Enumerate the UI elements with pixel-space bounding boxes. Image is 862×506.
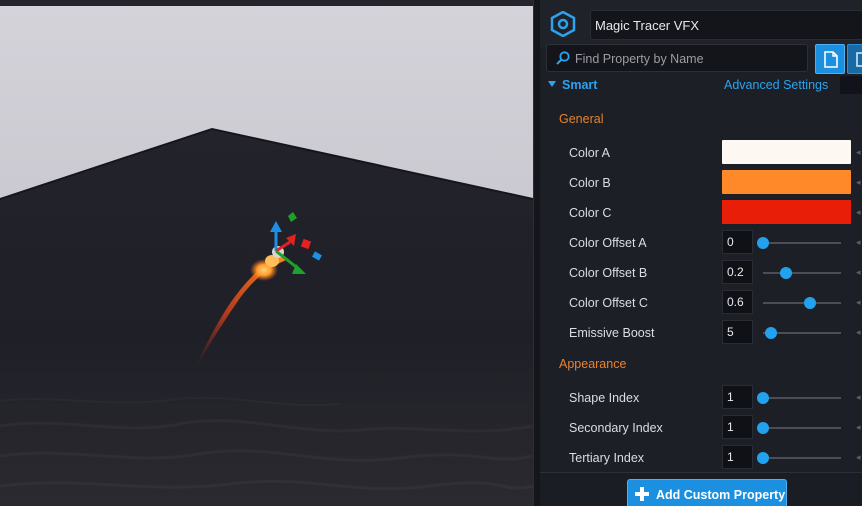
reset-icon[interactable]: ◂ — [856, 238, 862, 247]
object-header: Magic Tracer VFX — [540, 0, 862, 48]
advanced-settings-link[interactable]: Advanced Settings — [724, 78, 828, 92]
search-icon — [556, 51, 570, 65]
color-swatch-c[interactable] — [722, 200, 851, 224]
search-input[interactable] — [573, 48, 802, 70]
property-search[interactable] — [546, 44, 808, 72]
prop-label-shape-index: Shape Index — [569, 391, 640, 405]
reset-icon[interactable]: ◂ — [856, 268, 862, 277]
slider-thumb[interactable] — [803, 297, 816, 309]
slider-thumb[interactable] — [757, 452, 769, 464]
prop-label-color-a: Color A — [569, 146, 610, 160]
slider-track[interactable] — [763, 427, 841, 429]
prop-label-tertiary-index: Tertiary Index — [569, 451, 645, 465]
prop-label-color-c: Color C — [569, 206, 612, 220]
slider-thumb[interactable] — [757, 392, 769, 404]
reset-icon[interactable]: ◂ — [856, 393, 862, 402]
slider-track[interactable] — [763, 397, 841, 399]
emissive-boost-input[interactable]: 5 — [722, 320, 753, 344]
prop-label-color-offset-a: Color Offset A — [569, 236, 647, 250]
properties-panel: Magic Tracer VFX Smart Advanced Settings… — [540, 0, 862, 506]
add-custom-property-label: Add Custom Property — [656, 488, 786, 502]
vfx-object-icon — [550, 11, 576, 37]
reset-icon[interactable]: ◂ — [856, 298, 862, 307]
slider-thumb[interactable] — [780, 267, 793, 279]
slider-track[interactable] — [763, 302, 841, 304]
shape-index-input[interactable]: 1 — [722, 385, 753, 409]
color-swatch-a[interactable] — [722, 140, 851, 164]
secondary-index-input[interactable]: 1 — [722, 415, 753, 439]
color-offset-b-input[interactable]: 0.2 — [722, 260, 753, 284]
group-label-general: General — [559, 112, 604, 126]
document-view-button[interactable] — [815, 44, 845, 74]
slider-thumb[interactable] — [757, 422, 769, 434]
add-custom-property-button[interactable]: Add Custom Property — [627, 479, 787, 506]
color-swatch-b[interactable] — [722, 170, 851, 194]
slider-track[interactable] — [763, 457, 841, 459]
panel-view-button[interactable] — [847, 44, 862, 74]
plus-icon — [635, 487, 649, 501]
reset-icon[interactable]: ◂ — [856, 328, 862, 337]
group-label-appearance: Appearance — [559, 357, 627, 371]
prop-label-emissive-boost: Emissive Boost — [569, 326, 655, 340]
section-smart[interactable]: Smart Advanced Settings — [540, 76, 862, 96]
slider-track[interactable] — [763, 272, 841, 274]
advanced-settings-toggle[interactable] — [840, 76, 862, 94]
slider-thumb[interactable] — [764, 327, 777, 339]
prop-label-secondary-index: Secondary Index — [569, 421, 663, 435]
reset-icon[interactable]: ◂ — [856, 178, 862, 187]
document-icon — [824, 51, 838, 68]
viewport-scene — [0, 6, 533, 506]
prop-label-color-offset-b: Color Offset B — [569, 266, 648, 280]
section-label: Smart — [562, 78, 598, 92]
panel-footer: Add Custom Property — [540, 473, 862, 506]
reset-icon[interactable]: ◂ — [856, 208, 862, 217]
tertiary-index-input[interactable]: 1 — [722, 445, 753, 469]
panel-icon — [856, 52, 862, 67]
reset-icon[interactable]: ◂ — [856, 148, 862, 157]
scene-viewport[interactable] — [0, 0, 533, 506]
slider-thumb[interactable] — [757, 237, 769, 249]
object-name-field[interactable]: Magic Tracer VFX — [590, 10, 862, 40]
prop-label-color-offset-c: Color Offset C — [569, 296, 648, 310]
ground-plane — [0, 129, 533, 506]
reset-icon[interactable]: ◂ — [856, 453, 862, 462]
color-offset-a-input[interactable]: 0 — [722, 230, 753, 254]
prop-label-color-b: Color B — [569, 176, 611, 190]
slider-track[interactable] — [763, 242, 841, 244]
color-offset-c-input[interactable]: 0.6 — [722, 290, 753, 314]
expand-arrow-icon[interactable] — [548, 81, 556, 87]
reset-icon[interactable]: ◂ — [856, 423, 862, 432]
